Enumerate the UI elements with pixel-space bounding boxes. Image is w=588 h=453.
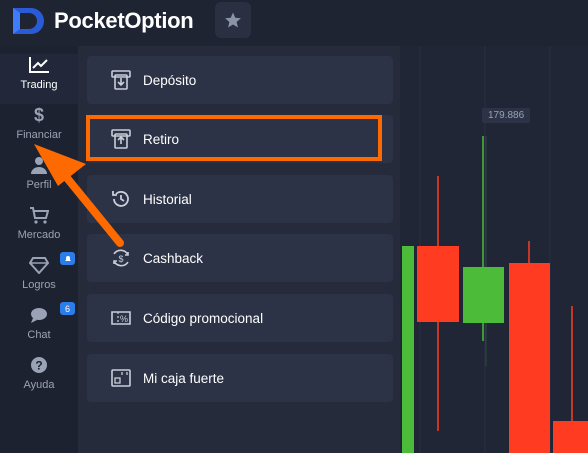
- sidebar-item-chat[interactable]: 6 Chat: [0, 302, 78, 354]
- menu-item-label: Cashback: [143, 250, 204, 266]
- svg-text:?: ?: [35, 359, 42, 373]
- dollar-icon: $: [33, 104, 44, 125]
- sidebar-item-ayuda[interactable]: ? Ayuda: [0, 354, 78, 404]
- sidebar-item-financiar[interactable]: $ Financiar: [0, 104, 78, 154]
- annotation-highlight-box: [86, 115, 382, 161]
- diamond-icon: [29, 257, 49, 274]
- cashback-icon: $: [113, 249, 129, 267]
- sidebar-item-trading[interactable]: Trading: [0, 54, 78, 104]
- safe-icon: [111, 369, 131, 387]
- cart-icon: [30, 207, 49, 224]
- menu-item-label: Depósito: [143, 72, 197, 88]
- menu-item-historial[interactable]: Historial: [87, 175, 393, 223]
- svg-text:%: %: [120, 314, 128, 324]
- sidebar-item-label: Trading: [20, 79, 58, 91]
- notification-badge: [60, 252, 75, 265]
- sidebar-item-mercado[interactable]: Mercado: [0, 204, 78, 254]
- pocket-option-logo-icon: [13, 8, 44, 34]
- promo-code-icon: %: [111, 311, 131, 325]
- user-icon: [31, 157, 47, 174]
- chart-line-icon: [29, 57, 49, 73]
- sidebar-item-label: Chat: [27, 329, 51, 341]
- candle-bear: [417, 246, 459, 322]
- brand-name-suffix: Option: [124, 8, 194, 33]
- candle-bear: [553, 421, 588, 453]
- menu-item-mi-caja-fuerte[interactable]: Mi caja fuerte: [87, 354, 393, 402]
- svg-text:$: $: [118, 254, 123, 264]
- menu-item-deposito[interactable]: Depósito: [87, 56, 393, 104]
- candle-bull: [402, 246, 414, 453]
- sidebar-item-label: Perfil: [26, 179, 52, 191]
- menu-item-label: Historial: [143, 191, 192, 207]
- menu-item-codigo-promocional[interactable]: % Código promocional: [87, 294, 393, 342]
- candlesticks: [402, 136, 588, 453]
- deposit-icon: [111, 70, 131, 90]
- help-icon: ?: [31, 357, 47, 373]
- favorites-button[interactable]: [215, 2, 251, 38]
- sidebar-item-label: Logros: [22, 279, 56, 291]
- history-icon: [112, 191, 129, 207]
- menu-item-label: Mi caja fuerte: [143, 370, 225, 386]
- finance-menu-panel: Depósito Retiro Historial $ Cashback % C…: [78, 46, 400, 453]
- bell-icon: [64, 255, 71, 261]
- sidebar-item-logros[interactable]: Logros: [0, 252, 78, 304]
- unread-count-badge: 6: [60, 302, 75, 315]
- sidebar-item-label: Mercado: [17, 229, 61, 241]
- top-bar: PocketOption: [0, 0, 588, 47]
- menu-item-cashback[interactable]: $ Cashback: [87, 234, 393, 282]
- price-chart[interactable]: 179.886: [400, 46, 588, 453]
- sidebar-item-label: Financiar: [16, 129, 62, 141]
- star-icon: [225, 12, 241, 28]
- brand-logo[interactable]: PocketOption: [10, 6, 194, 36]
- brand-name-prefix: Pocket: [54, 8, 125, 33]
- menu-item-label: Código promocional: [143, 310, 264, 326]
- sidebar-item-perfil[interactable]: Perfil: [0, 154, 78, 204]
- candle-bear: [509, 263, 550, 453]
- candle-bull: [463, 267, 504, 323]
- chat-icon: [31, 308, 47, 323]
- main-sidebar: Trading $ Financiar Perfil Mercado Logro…: [0, 46, 78, 453]
- sidebar-item-label: Ayuda: [23, 379, 55, 391]
